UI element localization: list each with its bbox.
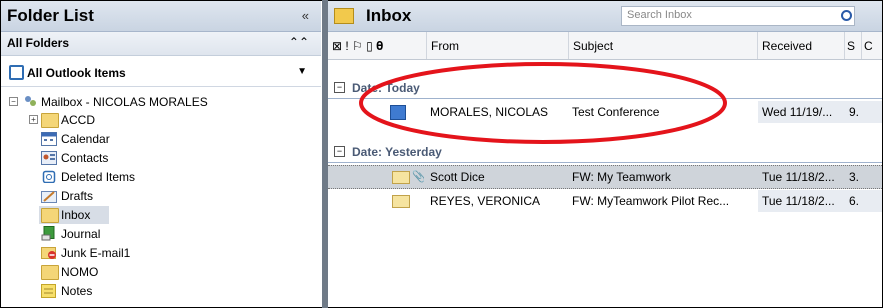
column-categories-label: C bbox=[864, 39, 873, 53]
folder-list-header: Folder List « bbox=[1, 1, 321, 32]
message-subject: FW: MyTeamwork Pilot Rec... bbox=[572, 194, 730, 208]
message-received: Tue 11/18/2... bbox=[762, 170, 835, 184]
folder-item-journal[interactable]: Journal bbox=[1, 225, 321, 243]
all-folders-label: All Folders bbox=[7, 36, 70, 50]
folder-label: Notes bbox=[61, 284, 93, 298]
mailbox-icon bbox=[23, 94, 37, 108]
column-header-row: ⊠ ! ⚐ ▯ 𝛉 From Subject Received S C bbox=[328, 32, 882, 60]
all-folders-header[interactable]: All Folders ⌃⌃ bbox=[1, 32, 321, 56]
calendar-icon bbox=[41, 132, 57, 146]
folder-item-notes[interactable]: Notes bbox=[1, 282, 321, 300]
search-input[interactable]: Search Inbox bbox=[621, 6, 855, 26]
search-folder-icon bbox=[9, 65, 24, 80]
message-row[interactable]: REYES, VERONICA FW: MyTeamwork Pilot Rec… bbox=[328, 190, 882, 212]
message-from: Scott Dice bbox=[430, 170, 485, 184]
inbox-icon bbox=[334, 8, 354, 24]
all-outlook-items-label: All Outlook Items bbox=[27, 66, 126, 80]
message-received: Tue 11/18/2... bbox=[762, 194, 835, 208]
message-row[interactable]: 📎 Scott Dice FW: My Teamwork Tue 11/18/2… bbox=[328, 165, 882, 189]
message-size: 3. bbox=[849, 170, 860, 184]
deleted-items-icon bbox=[41, 169, 57, 184]
message-size: 9. bbox=[849, 105, 860, 119]
folder-label: Deleted Items bbox=[61, 170, 136, 184]
folder-item-deleted-items[interactable]: Deleted Items bbox=[1, 168, 321, 186]
folder-icon bbox=[41, 265, 59, 280]
chevron-up-icon[interactable]: ⌃⌃ bbox=[289, 35, 309, 49]
column-received[interactable]: Received bbox=[758, 32, 845, 59]
folder-label: Drafts bbox=[61, 189, 94, 203]
all-outlook-items-dropdown[interactable]: All Outlook Items ▼ bbox=[1, 56, 321, 87]
annotation-ellipse bbox=[359, 62, 727, 144]
column-subject-label: Subject bbox=[573, 39, 614, 53]
drafts-icon bbox=[41, 189, 57, 203]
column-icons[interactable]: ⊠ ! ⚐ ▯ 𝛉 bbox=[328, 32, 427, 59]
column-categories[interactable]: C bbox=[862, 32, 881, 59]
contacts-icon bbox=[41, 151, 57, 165]
folder-label: Junk E-mail1 bbox=[61, 246, 131, 260]
folder-label: Inbox bbox=[61, 208, 91, 222]
folder-item-contacts[interactable]: Contacts bbox=[1, 149, 321, 167]
envelope-icon bbox=[392, 195, 410, 208]
folder-item-accd[interactable]: + ACCD bbox=[1, 111, 321, 129]
expand-icon[interactable]: + bbox=[29, 115, 38, 124]
dropdown-arrow-icon[interactable]: ▼ bbox=[297, 66, 307, 77]
junk-icon bbox=[41, 245, 57, 259]
mailbox-label: Mailbox - NICOLAS MORALES bbox=[41, 95, 208, 109]
inbox-pane: Inbox Search Inbox ⊠ ! ⚐ ▯ 𝛉 From Subjec… bbox=[328, 1, 882, 306]
inbox-icon bbox=[41, 208, 59, 223]
column-size-label: S bbox=[847, 39, 856, 53]
folder-item-nomo[interactable]: NOMO bbox=[1, 263, 321, 281]
folder-label: ACCD bbox=[61, 113, 96, 127]
folder-label: NOMO bbox=[61, 265, 99, 279]
column-from[interactable]: From bbox=[427, 32, 569, 59]
mailbox-node[interactable]: − Mailbox - NICOLAS MORALES bbox=[1, 93, 321, 111]
column-icons-label: ⊠ ! ⚐ ▯ 𝛉 bbox=[332, 39, 384, 53]
folder-item-calendar[interactable]: Calendar bbox=[1, 130, 321, 148]
group-label: Date: Yesterday bbox=[352, 145, 442, 159]
folder-label: Calendar bbox=[61, 132, 110, 146]
column-subject[interactable]: Subject bbox=[569, 32, 758, 59]
message-size: 6. bbox=[849, 194, 860, 208]
envelope-icon bbox=[392, 171, 410, 184]
folder-icon bbox=[41, 113, 59, 128]
attachment-icon: 📎 bbox=[412, 171, 424, 183]
folder-item-drafts[interactable]: Drafts bbox=[1, 187, 321, 205]
column-received-label: Received bbox=[762, 39, 813, 53]
journal-icon bbox=[41, 226, 57, 241]
inbox-title: Inbox bbox=[366, 6, 412, 25]
collapse-group-icon[interactable]: − bbox=[334, 82, 345, 93]
folder-label: Contacts bbox=[61, 151, 109, 165]
folder-list-title: Folder List bbox=[7, 6, 94, 25]
notes-icon bbox=[41, 284, 57, 298]
collapse-group-icon[interactable]: − bbox=[334, 146, 345, 157]
collapse-pane-button[interactable]: « bbox=[302, 8, 309, 23]
folder-label: Journal bbox=[61, 227, 101, 241]
inbox-header: Inbox Search Inbox bbox=[328, 1, 882, 32]
column-size[interactable]: S bbox=[845, 32, 862, 59]
folder-item-inbox[interactable]: Inbox bbox=[39, 206, 109, 224]
message-subject: FW: My Teamwork bbox=[572, 170, 671, 184]
search-icon[interactable] bbox=[841, 10, 852, 21]
folder-list-pane: Folder List « All Folders ⌃⌃ All Outlook… bbox=[1, 1, 321, 306]
message-from: REYES, VERONICA bbox=[430, 194, 541, 208]
folder-item-junk-email[interactable]: Junk E-mail1 bbox=[1, 244, 321, 262]
message-received: Wed 11/19/... bbox=[762, 105, 833, 119]
column-from-label: From bbox=[431, 39, 459, 53]
collapse-icon[interactable]: − bbox=[9, 97, 18, 106]
search-placeholder: Search Inbox bbox=[627, 9, 692, 21]
